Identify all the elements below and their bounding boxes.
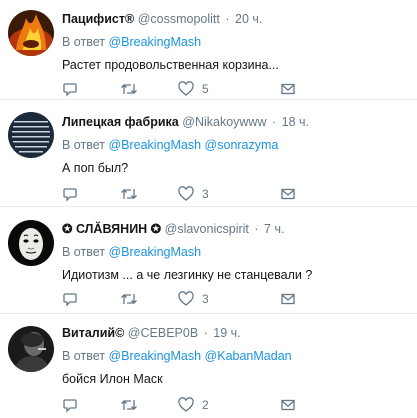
- direct-message-icon: [281, 399, 295, 411]
- author-name[interactable]: Пацифист®: [62, 12, 134, 26]
- author-name[interactable]: Липецкая фабрика: [62, 115, 179, 129]
- tweet-item[interactable]: Липецкая фабрика @Nikakoywww · 18 ч. В о…: [0, 100, 417, 207]
- mention-link[interactable]: @BreakingMash: [108, 138, 201, 152]
- author-handle[interactable]: @Nikakoywww: [182, 115, 266, 129]
- reply-button[interactable]: [62, 80, 78, 98]
- separator-dot: ·: [254, 222, 259, 236]
- like-count: 2: [202, 398, 209, 412]
- like-icon: [178, 397, 194, 412]
- reply-context: В ответ @BreakingMash @sonrazyma: [62, 136, 409, 154]
- reply-context: В ответ @BreakingMash @KabanMadan: [62, 347, 409, 365]
- author-name[interactable]: ✪ СЛӐВЯНИН ✪: [62, 222, 161, 236]
- like-button[interactable]: 5: [178, 80, 209, 98]
- like-count: 3: [202, 292, 209, 306]
- tweet-timestamp[interactable]: 20 ч.: [235, 12, 262, 26]
- like-icon: [178, 186, 194, 201]
- tweet-text: Идиотизм ... а че лезгинку не станцевали…: [62, 268, 313, 282]
- reply-prefix: В ответ: [62, 245, 105, 259]
- retweet-icon: [121, 84, 137, 94]
- tweet-actions: 5: [62, 80, 322, 98]
- tweet-header: Пацифист® @cossmopolitt · 20 ч.: [62, 10, 409, 28]
- mention-link[interactable]: @sonrazyma: [205, 138, 279, 152]
- tweet-actions: 2: [62, 396, 322, 414]
- reply-prefix: В ответ: [62, 138, 105, 152]
- tweet-timestamp[interactable]: 7 ч.: [264, 222, 284, 236]
- reply-icon: [63, 399, 77, 413]
- avatar[interactable]: [8, 220, 54, 266]
- tweet-header: Виталий© @СЕВЕР0В · 19 ч.: [62, 324, 409, 342]
- like-button[interactable]: 3: [178, 290, 209, 308]
- reply-prefix: В ответ: [62, 349, 105, 363]
- reply-prefix: В ответ: [62, 35, 105, 49]
- retweet-button[interactable]: [120, 80, 138, 98]
- like-button[interactable]: 3: [178, 185, 209, 203]
- direct-message-icon: [281, 188, 295, 200]
- tweet-header: Липецкая фабрика @Nikakoywww · 18 ч.: [62, 113, 409, 131]
- direct-message-button[interactable]: [280, 396, 296, 414]
- direct-message-button[interactable]: [280, 80, 296, 98]
- tweet-actions: 3: [62, 185, 322, 203]
- separator-dot: ·: [271, 115, 277, 129]
- avatar[interactable]: [8, 112, 54, 158]
- tweet-item[interactable]: Пацифист® @cossmopolitt · 20 ч. В ответ …: [0, 0, 417, 100]
- retweet-icon: [121, 189, 137, 199]
- reply-context: В ответ @BreakingMash: [62, 243, 409, 261]
- retweet-icon: [121, 400, 137, 410]
- avatar[interactable]: [8, 10, 54, 56]
- reply-button[interactable]: [62, 185, 78, 203]
- mention-link[interactable]: @BreakingMash: [108, 349, 201, 363]
- tweet-item[interactable]: Виталий© @СЕВЕР0В · 19 ч. В ответ @Break…: [0, 314, 417, 418]
- retweet-button[interactable]: [120, 185, 138, 203]
- mention-link[interactable]: @KabanMadan: [205, 349, 292, 363]
- direct-message-button[interactable]: [280, 290, 296, 308]
- separator-dot: ·: [225, 12, 230, 26]
- like-icon: [178, 291, 194, 306]
- like-button[interactable]: 2: [178, 396, 209, 414]
- reply-button[interactable]: [62, 290, 78, 308]
- direct-message-icon: [281, 83, 295, 95]
- tweet-item[interactable]: ✪ СЛӐВЯНИН ✪ @slavonicspirit · 7 ч. В от…: [0, 207, 417, 314]
- tweet-timestamp[interactable]: 18 ч.: [282, 115, 309, 129]
- tweet-text: бойся Илон Маск: [62, 372, 163, 386]
- tweet-text: А поп был?: [62, 161, 129, 175]
- retweet-button[interactable]: [120, 396, 138, 414]
- author-handle[interactable]: @СЕВЕР0В: [128, 326, 198, 340]
- tweet-actions: 3: [62, 290, 322, 308]
- direct-message-button[interactable]: [280, 185, 296, 203]
- like-icon: [178, 81, 194, 96]
- author-handle[interactable]: @slavonicspirit: [165, 222, 249, 236]
- author-handle[interactable]: @cossmopolitt: [138, 12, 220, 26]
- reply-context: В ответ @BreakingMash: [62, 33, 409, 51]
- retweet-button[interactable]: [120, 290, 138, 308]
- reply-icon: [63, 188, 77, 202]
- direct-message-icon: [281, 293, 295, 305]
- mention-link[interactable]: @BreakingMash: [108, 35, 201, 49]
- avatar[interactable]: [8, 326, 54, 372]
- like-count: 5: [202, 82, 209, 96]
- retweet-icon: [121, 294, 137, 304]
- mention-link[interactable]: @BreakingMash: [108, 245, 201, 259]
- reply-icon: [63, 293, 77, 307]
- reply-button[interactable]: [62, 396, 78, 414]
- author-name[interactable]: Виталий©: [62, 326, 124, 340]
- like-count: 3: [202, 187, 209, 201]
- tweet-header: ✪ СЛӐВЯНИН ✪ @slavonicspirit · 7 ч.: [62, 220, 409, 238]
- reply-feed: Пацифист® @cossmopolitt · 20 ч. В ответ …: [0, 0, 417, 418]
- reply-icon: [63, 83, 77, 97]
- tweet-text: Растет продовольственная корзина...: [62, 58, 279, 72]
- tweet-timestamp[interactable]: 19 ч.: [213, 326, 240, 340]
- separator-dot: ·: [203, 326, 208, 340]
